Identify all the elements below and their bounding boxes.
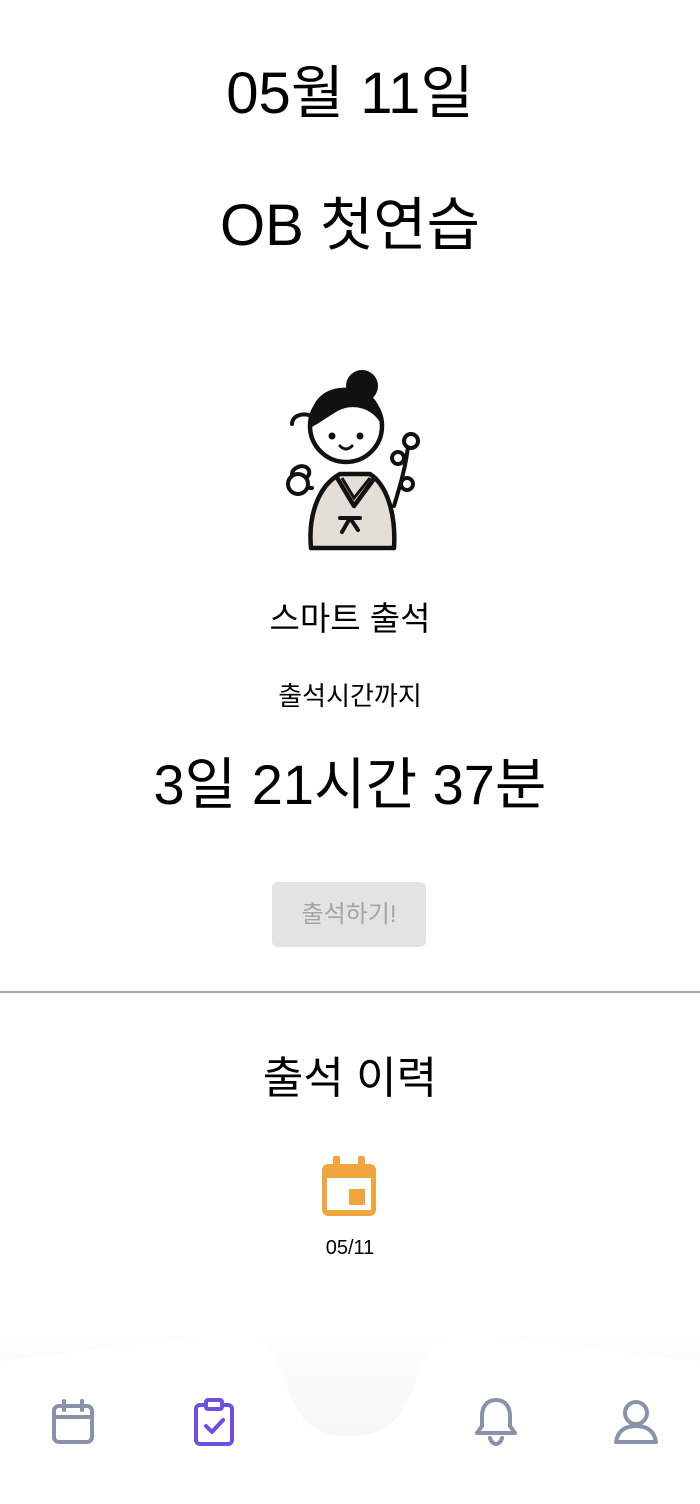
- countdown-timer: 3일 21시간 37분: [153, 753, 547, 816]
- calendar-event-icon: [322, 1156, 376, 1216]
- nav-calendar-icon[interactable]: [49, 1398, 97, 1446]
- event-date: 05월 11일: [226, 61, 474, 126]
- mascot-illustration: [286, 370, 420, 551]
- check-in-button[interactable]: 출석하기!: [272, 882, 426, 947]
- event-title: OB 첫연습: [220, 193, 480, 258]
- nav-clipboard-check-icon[interactable]: [190, 1398, 238, 1446]
- nav-bell-icon[interactable]: [472, 1396, 520, 1447]
- attendance-history-title: 출석 이력: [262, 1054, 438, 1103]
- countdown-label: 출석시간까지: [278, 681, 422, 711]
- nav-user-icon[interactable]: [612, 1398, 660, 1446]
- smart-attendance-title: 스마트 출석: [269, 600, 431, 637]
- history-date: 05/11: [325, 1237, 375, 1259]
- bottom-nav-background: [0, 1262, 700, 1504]
- section-divider: [0, 991, 700, 993]
